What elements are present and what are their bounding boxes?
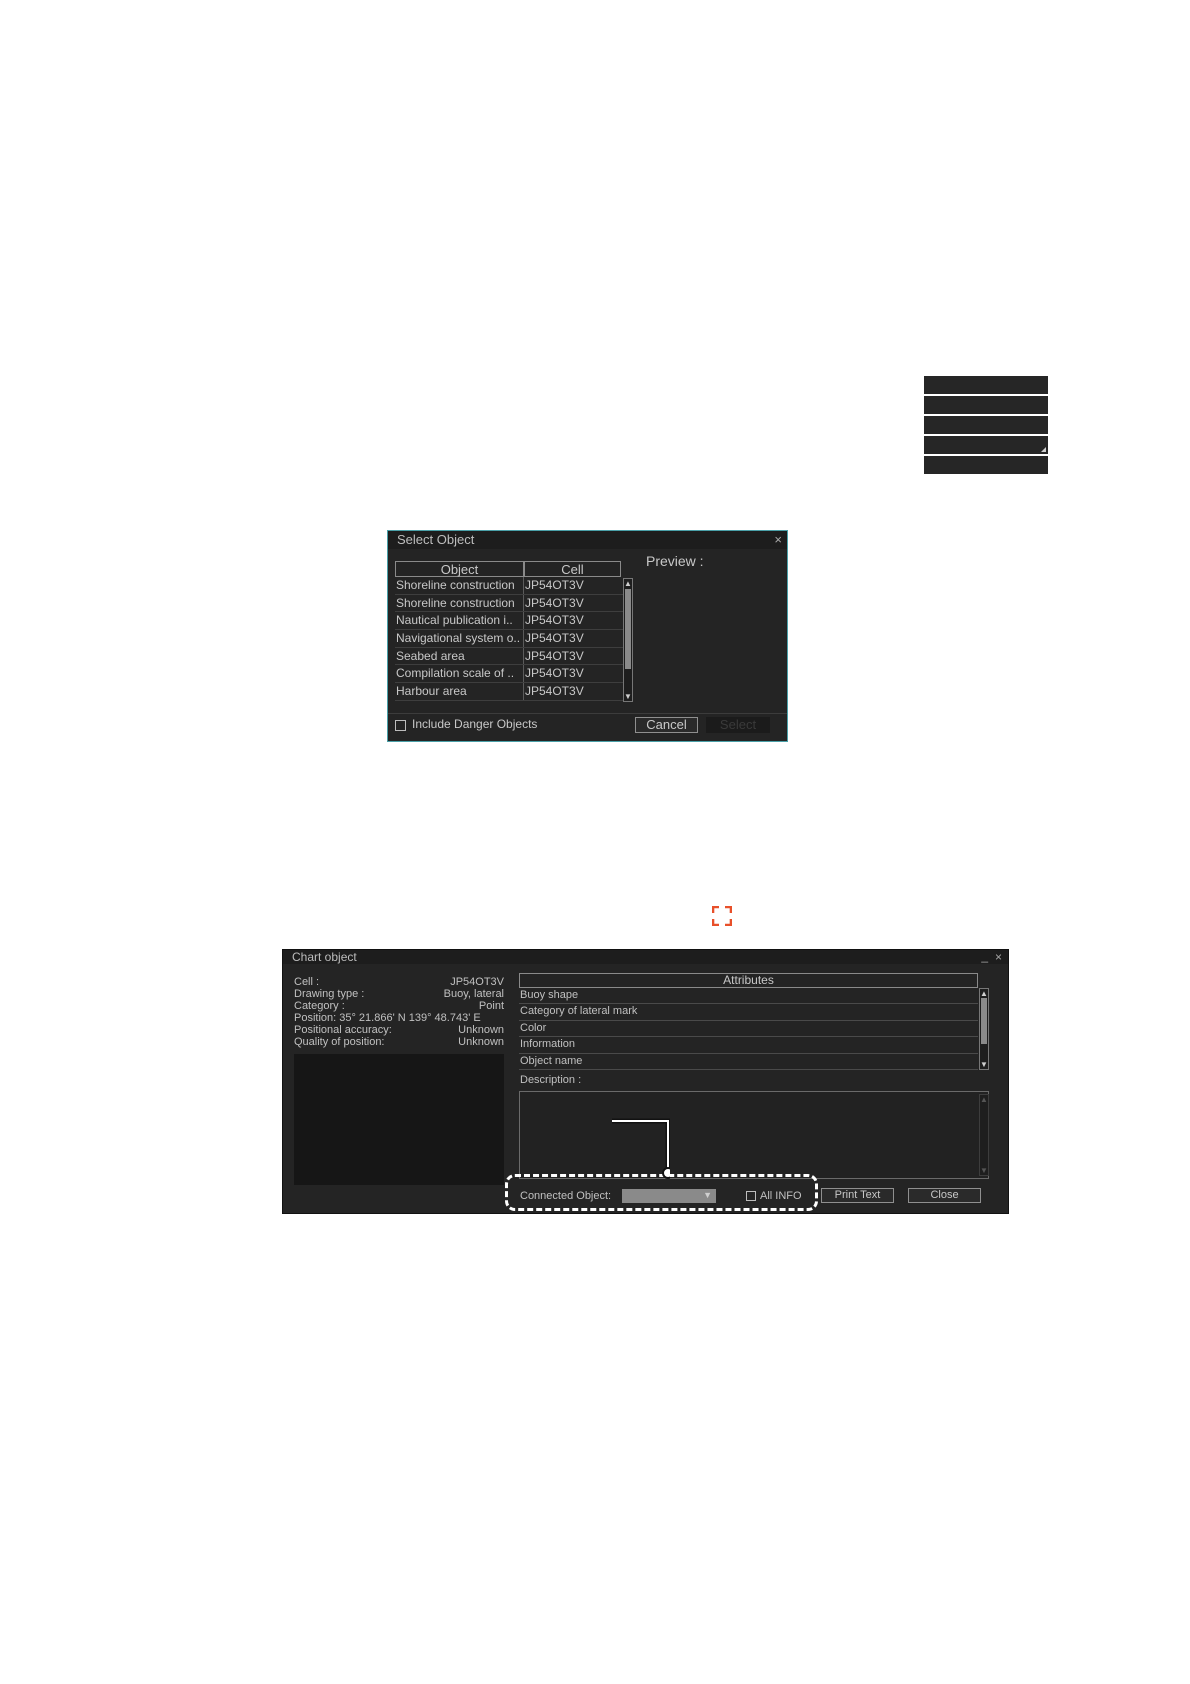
info-positional-accuracy: Positional accuracy: Unknown (294, 1024, 504, 1036)
list-item[interactable]: Buoy shape (519, 988, 978, 1005)
focus-bracket-icon (712, 906, 732, 926)
object-table: Object Cell Shoreline construction JP54O… (395, 561, 631, 701)
list-item[interactable]: Color (519, 1021, 978, 1038)
context-menu (924, 376, 1048, 476)
resize-corner-icon (1041, 447, 1046, 452)
info-label: Category : (294, 1000, 345, 1012)
include-danger-checkbox[interactable] (395, 720, 406, 731)
info-drawing-type: Drawing type : Buoy, lateral (294, 988, 504, 1000)
description-box[interactable] (519, 1091, 989, 1179)
scroll-up-icon[interactable]: ▲ (980, 1095, 988, 1104)
attributes-list: Attributes Buoy shape Category of latera… (519, 973, 978, 1070)
scroll-thumb[interactable] (625, 589, 631, 669)
object-name: Nautical publication i.. (395, 612, 524, 630)
preview-pane (294, 1054, 504, 1185)
info-label: Quality of position: (294, 1036, 385, 1048)
description-scrollbar[interactable]: ▲ ▼ (979, 1094, 989, 1176)
object-name: Compilation scale of .. (395, 665, 524, 683)
table-row[interactable]: Seabed area JP54OT3V (395, 647, 631, 666)
info-value: Unknown (458, 1024, 504, 1036)
scroll-down-icon[interactable]: ▼ (980, 1166, 988, 1175)
cell-name: JP54OT3V (525, 648, 584, 663)
list-item[interactable]: Object name (519, 1054, 978, 1070)
object-name: Navigational system o.. (395, 630, 524, 647)
cell-name: JP54OT3V (525, 684, 584, 699)
print-text-button[interactable]: Print Text (821, 1188, 894, 1203)
context-menu-item[interactable] (924, 416, 1048, 434)
table-row[interactable]: Harbour area JP54OT3V (395, 683, 631, 701)
table-row[interactable]: Shoreline construction JP54OT3V (395, 594, 631, 613)
close-button[interactable]: Close (908, 1188, 981, 1203)
table-scrollbar[interactable]: ▲ ▼ (623, 578, 633, 702)
info-category: Category : Point (294, 1000, 504, 1012)
scroll-down-icon[interactable]: ▼ (624, 692, 632, 701)
close-icon[interactable]: × (774, 533, 782, 546)
table-row[interactable]: Shoreline construction JP54OT3V (395, 577, 631, 595)
scroll-up-icon[interactable]: ▲ (624, 579, 632, 588)
cell-name: JP54OT3V (525, 666, 584, 681)
info-label: Positional accuracy: (294, 1024, 392, 1036)
table-row[interactable]: Nautical publication i.. JP54OT3V (395, 612, 631, 631)
info-label: Position: 35° 21.866' N 139° 48.743' E (294, 1012, 481, 1024)
list-item[interactable]: Information (519, 1037, 978, 1054)
divider (388, 713, 787, 714)
info-value: Point (478, 1000, 504, 1012)
info-position: Position: 35° 21.866' N 139° 48.743' E (294, 1012, 504, 1024)
object-name: Seabed area (395, 647, 524, 665)
minimize-icon[interactable]: _ (981, 950, 988, 963)
context-menu-item[interactable] (924, 456, 1048, 474)
cell-name: JP54OT3V (525, 613, 584, 628)
object-name: Harbour area (395, 683, 524, 700)
info-value: JP54OT3V (450, 976, 504, 988)
table-row[interactable]: Navigational system o.. JP54OT3V (395, 630, 631, 648)
context-menu-item[interactable] (924, 436, 1048, 454)
cell-name: JP54OT3V (525, 595, 584, 610)
info-label: Cell : (294, 976, 320, 988)
context-menu-item[interactable] (924, 396, 1048, 414)
attributes-header: Attributes (519, 973, 978, 988)
info-value: Buoy, lateral (443, 988, 504, 1000)
info-quality-of-position: Quality of position: Unknown (294, 1036, 504, 1048)
scroll-thumb[interactable] (981, 998, 987, 1044)
cancel-button[interactable]: Cancel (635, 717, 698, 733)
column-header-object[interactable]: Object (395, 561, 524, 577)
callout-leader-line (612, 1118, 670, 1179)
dialog-title: Select Object (388, 531, 787, 549)
preview-label: Preview : (646, 553, 704, 569)
cell-name: JP54OT3V (525, 631, 584, 646)
context-menu-item[interactable] (924, 376, 1048, 394)
select-object-dialog: Select Object × Object Cell Shoreline co… (387, 530, 788, 742)
attributes-scrollbar[interactable]: ▲ ▼ (979, 988, 989, 1070)
select-button[interactable]: Select (706, 717, 770, 733)
list-item[interactable]: Category of lateral mark (519, 1004, 978, 1021)
info-value: Unknown (458, 1036, 504, 1048)
scroll-down-icon[interactable]: ▼ (980, 1060, 988, 1069)
include-danger-label: Include Danger Objects (412, 717, 538, 731)
info-cell: Cell : JP54OT3V (294, 976, 504, 988)
close-icon[interactable]: × (995, 951, 1002, 964)
object-name: Shoreline construction (395, 577, 524, 594)
info-label: Drawing type : (294, 988, 365, 1000)
column-header-cell[interactable]: Cell (524, 561, 621, 577)
description-label: Description : (520, 1074, 582, 1086)
table-row[interactable]: Compilation scale of .. JP54OT3V (395, 665, 631, 684)
scroll-up-icon[interactable]: ▲ (980, 989, 988, 998)
table-header: Object Cell (395, 561, 631, 577)
dialog-title: Chart object (283, 950, 1008, 964)
object-name: Shoreline construction (395, 594, 524, 612)
cell-name: JP54OT3V (525, 578, 584, 592)
